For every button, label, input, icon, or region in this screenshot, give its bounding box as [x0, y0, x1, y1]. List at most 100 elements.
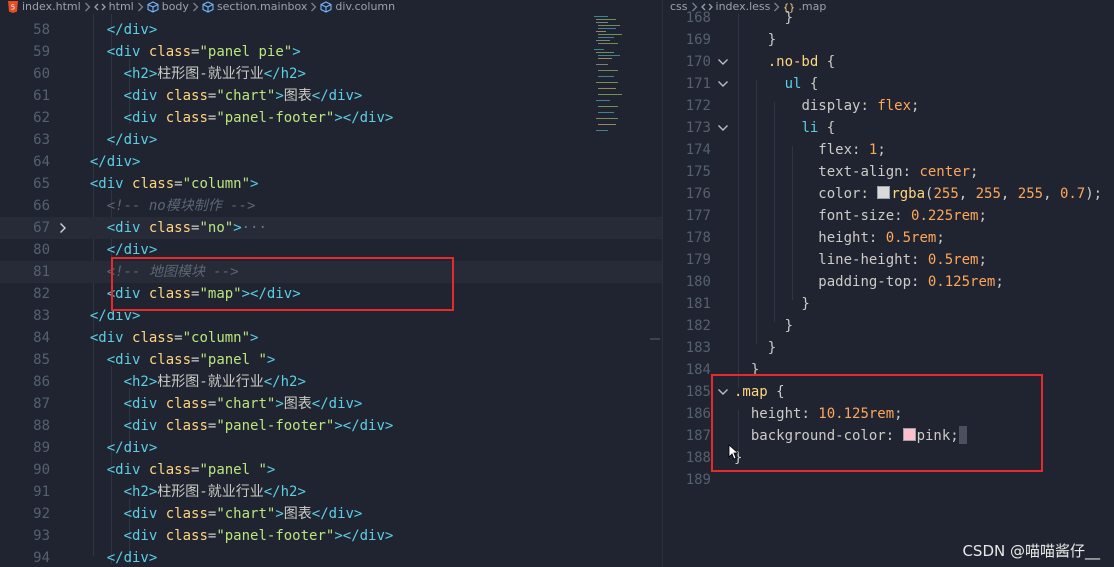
- code-line[interactable]: 87 <div class="chart">图表</div>: [0, 393, 662, 415]
- code-token: <!-- no模块制作 -->: [106, 198, 256, 214]
- code-line[interactable]: 67 <div class="no">···: [0, 217, 662, 239]
- color-swatch[interactable]: [877, 186, 891, 199]
- code-line[interactable]: 64 </div>: [0, 151, 662, 173]
- line-number: 65: [33, 176, 50, 192]
- fold-chevron-down-icon[interactable]: [716, 51, 730, 73]
- code-line[interactable]: 66 <!-- no模块制作 -->: [0, 195, 662, 217]
- code-token: ;: [936, 230, 945, 246]
- code-token: ></div>: [334, 528, 394, 544]
- chevron-right-icon: [192, 1, 199, 14]
- code-line[interactable]: 169 }: [663, 29, 1114, 51]
- line-number: 82: [33, 286, 50, 302]
- code-line[interactable]: 85 <div class="panel ">: [0, 349, 662, 371]
- breadcrumb-item[interactable]: body: [147, 0, 189, 14]
- code-line[interactable]: 180 padding-top: 0.125rem;: [663, 271, 1114, 293]
- breadcrumb-item[interactable]: section.mainbox: [202, 0, 307, 14]
- code-token: padding-top: [818, 274, 912, 290]
- code-token: color: [818, 186, 861, 202]
- code-token: ul: [784, 76, 802, 92]
- code-line[interactable]: 65 <div class="column">: [0, 173, 662, 195]
- code-token: :: [902, 164, 920, 180]
- line-number: 81: [33, 264, 50, 280]
- code-line[interactable]: 89 </div>: [0, 437, 662, 459]
- code-line[interactable]: 94 </div>: [0, 547, 662, 567]
- code-line[interactable]: 173 li {: [663, 117, 1114, 139]
- code-token: "chart": [216, 88, 276, 104]
- code-line[interactable]: 171 ul {: [663, 73, 1114, 95]
- line-number: 182: [685, 318, 711, 334]
- code-token: {: [801, 76, 819, 92]
- code-token: "panel-footer": [216, 418, 335, 434]
- code-line[interactable]: 59 <div class="panel pie">: [0, 41, 662, 63]
- line-number: 184: [685, 362, 711, 378]
- code-line[interactable]: 176 color: rgba(255, 255, 255, 0.7);: [663, 183, 1114, 205]
- code-line[interactable]: 189: [663, 469, 1114, 491]
- code-line[interactable]: 92 <div class="chart">图表</div>: [0, 503, 662, 525]
- chevron-right-icon: [84, 1, 91, 14]
- minimap[interactable]: [594, 16, 624, 132]
- line-number: 85: [33, 352, 50, 368]
- code-token: class: [165, 528, 208, 544]
- code-line[interactable]: 177 font-size: 0.225rem;: [663, 205, 1114, 227]
- code-line[interactable]: 90 <div class="panel ">: [0, 459, 662, 481]
- code-line[interactable]: 183 }: [663, 337, 1114, 359]
- right-editor-pane[interactable]: css index.less{} .map 168 } 169 } 170 .no-bd…: [663, 0, 1114, 567]
- breadcrumb-item[interactable]: div.column: [320, 0, 395, 14]
- code-line[interactable]: 84 <div class="column">: [0, 327, 662, 349]
- code-token: </h2>: [263, 484, 306, 500]
- line-number: 169: [685, 32, 711, 48]
- code-token: "panel-footer": [216, 528, 335, 544]
- breadcrumb-item[interactable]: 5 index.html: [7, 0, 81, 14]
- code-line[interactable]: 61 <div class="chart">图表</div>: [0, 85, 662, 107]
- code-token: <h2>: [123, 66, 158, 82]
- code-token: 图表: [283, 506, 312, 522]
- code-text: </div>: [73, 19, 158, 41]
- code-line[interactable]: 181 }: [663, 293, 1114, 315]
- code-line[interactable]: 93 <div class="panel-footer"></div>: [0, 525, 662, 547]
- code-token: ,: [958, 186, 976, 202]
- code-line[interactable]: 174 flex: 1;: [663, 139, 1114, 161]
- scrollbar-marker[interactable]: [650, 338, 660, 340]
- code-text: <!-- no模块制作 -->: [73, 195, 256, 217]
- fold-chevron-down-icon[interactable]: [716, 117, 730, 139]
- line-number: 62: [33, 110, 50, 126]
- code-line[interactable]: 172 display: flex;: [663, 95, 1114, 117]
- highlight-box-map-rule: [711, 374, 1043, 472]
- code-line[interactable]: 58 </div>: [0, 19, 662, 41]
- code-text: <div class="panel ">: [73, 349, 276, 371]
- breadcrumb-label: body: [161, 0, 189, 13]
- code-line[interactable]: 91 <h2>柱形图-就业行业</h2>: [0, 481, 662, 503]
- code-line[interactable]: 168 }: [663, 7, 1114, 29]
- code-line[interactable]: 178 height: 0.5rem;: [663, 227, 1114, 249]
- code-token: 图表: [283, 396, 312, 412]
- code-token: <div: [106, 220, 149, 236]
- line-number: 86: [33, 374, 50, 390]
- code-token: :: [860, 98, 878, 114]
- code-line[interactable]: 179 line-height: 0.5rem;: [663, 249, 1114, 271]
- fold-chevron-right-icon[interactable]: [56, 217, 70, 239]
- code-area[interactable]: 168 } 169 } 170 .no-bd {171 ul {172 displa…: [663, 10, 1114, 567]
- code-token: </h2>: [263, 374, 306, 390]
- code-token: >: [266, 352, 276, 368]
- code-line[interactable]: 60 <h2>柱形图-就业行业</h2>: [0, 63, 662, 85]
- code-text: <div class="column">: [73, 327, 259, 349]
- code-line[interactable]: 63 </div>: [0, 129, 662, 151]
- code-line[interactable]: 170 .no-bd {: [663, 51, 1114, 73]
- code-line[interactable]: 86 <h2>柱形图-就业行业</h2>: [0, 371, 662, 393]
- code-token: =: [174, 176, 183, 192]
- breadcrumb-item[interactable]: html: [93, 0, 134, 14]
- line-number: 94: [33, 550, 50, 566]
- code-line[interactable]: 62 <div class="panel-footer"></div>: [0, 107, 662, 129]
- line-number: 80: [33, 242, 50, 258]
- code-line[interactable]: 175 text-align: center;: [663, 161, 1114, 183]
- fold-chevron-down-icon[interactable]: [716, 73, 730, 95]
- code-line[interactable]: 88 <div class="panel-footer"></div>: [0, 415, 662, 437]
- code-token: >: [275, 88, 284, 104]
- code-token: flex: [818, 142, 853, 158]
- left-editor-pane[interactable]: 5 index.html html body section.mainbox div.co…: [0, 0, 662, 567]
- code-line[interactable]: 182 }: [663, 315, 1114, 337]
